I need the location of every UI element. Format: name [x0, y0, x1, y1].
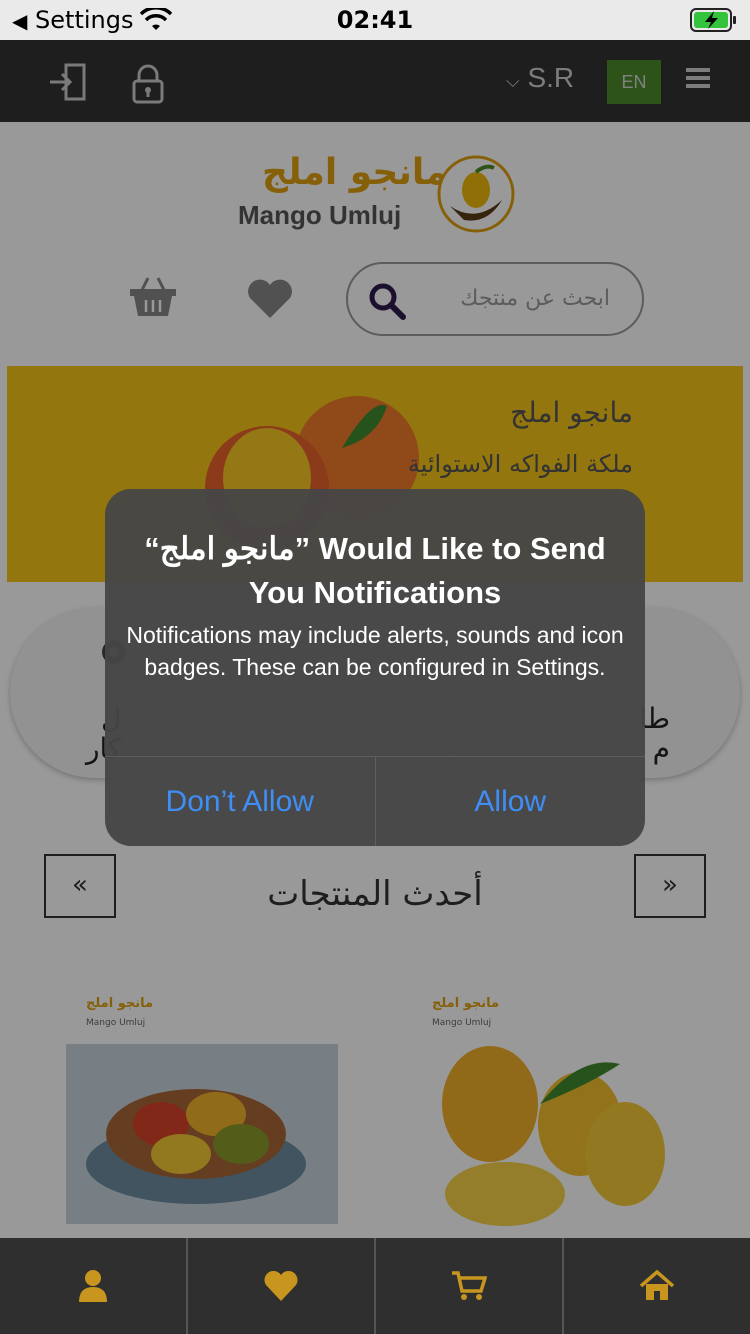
user-icon: [79, 1270, 107, 1302]
dont-allow-button[interactable]: Don’t Allow: [105, 757, 376, 846]
status-time: 02:41: [336, 6, 414, 34]
tab-home[interactable]: [564, 1238, 750, 1334]
dialog-message: Notifications may include alerts, sounds…: [126, 622, 624, 680]
heart-icon: [264, 1270, 298, 1301]
dialog-button-row: Don’t Allow Allow: [105, 756, 645, 846]
status-bar: ◀ Settings 02:41: [0, 0, 750, 40]
notification-permission-dialog: “مانجو املج” Would Like to Send You Noti…: [105, 489, 645, 846]
bottom-tab-bar: [0, 1238, 750, 1334]
battery-charging-icon: [690, 8, 736, 32]
tab-cart[interactable]: [376, 1238, 564, 1334]
dialog-title: “مانجو املج” Would Like to Send You Noti…: [144, 531, 606, 610]
tab-account[interactable]: [0, 1238, 188, 1334]
tab-wishlist[interactable]: [188, 1238, 376, 1334]
cart-icon: [452, 1271, 487, 1300]
home-icon: [639, 1270, 675, 1300]
allow-button[interactable]: Allow: [376, 757, 646, 846]
